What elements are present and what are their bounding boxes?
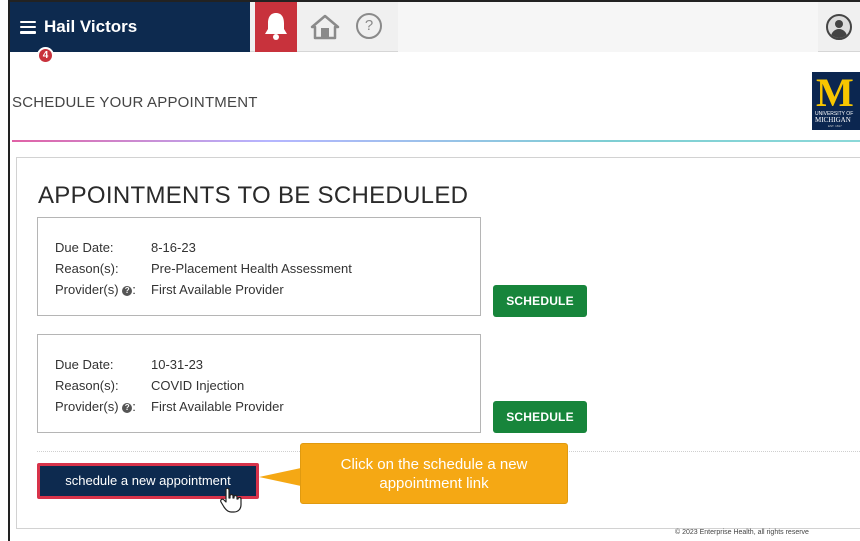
reason-value: Pre-Placement Health Assessment (151, 261, 352, 276)
reason-row: Reason(s): Pre-Placement Health Assessmen… (55, 261, 352, 276)
due-date-value: 8-16-23 (151, 240, 196, 255)
logo-line-2: MICHIGAN (815, 116, 851, 124)
bell-icon (265, 13, 287, 40)
due-date-row: Due Date: 10-31-23 (55, 357, 203, 372)
appointment-card: Due Date: 8-16-23 Reason(s): Pre-Placement… (37, 217, 481, 316)
app-title: Hail Victors (44, 17, 138, 36)
schedule-button[interactable]: SCHEDULE (493, 401, 587, 433)
university-logo: M UNIVERSITY OF MICHIGAN EST. 1817 (812, 72, 860, 130)
reason-value: COVID Injection (151, 378, 245, 393)
logo-line-3: EST. 1817 (828, 124, 842, 128)
provider-row: Provider(s) ?: First Available Provider (55, 282, 284, 297)
home-icon[interactable] (310, 14, 340, 40)
reason-row: Reason(s): COVID Injection (55, 378, 244, 393)
provider-row: Provider(s) ?: First Available Provider (55, 399, 284, 414)
reason-label: Reason(s): (55, 378, 119, 393)
callout-line-2: appointment link (379, 475, 489, 492)
due-date-label: Due Date: (55, 357, 114, 372)
due-date-row: Due Date: 8-16-23 (55, 240, 196, 255)
callout-pointer (259, 468, 301, 486)
top-bar-spacer (398, 2, 818, 52)
provider-label-suffix: : (132, 282, 136, 297)
provider-value: First Available Provider (151, 282, 284, 297)
copyright-footer: © 2023 Enterprise Health, all rights res… (675, 529, 809, 536)
app-window: Hail Victors 4 ? SCHEDULE YOUR APPOINTME… (8, 0, 860, 541)
help-icon[interactable]: ? (356, 13, 382, 39)
provider-label: Provider(s) (55, 399, 119, 414)
question-circle-icon[interactable]: ? (122, 286, 133, 296)
section-title: APPOINTMENTS TO BE SCHEDULED (38, 182, 469, 209)
provider-value: First Available Provider (151, 399, 284, 414)
top-navigation-bar: Hail Victors 4 ? (10, 2, 860, 64)
due-date-value: 10-31-23 (151, 357, 204, 372)
hamburger-icon[interactable] (20, 20, 36, 34)
brand-menu[interactable]: Hail Victors (10, 2, 250, 52)
callout-line-1: Click on the schedule a new (340, 456, 528, 473)
page-title: SCHEDULE YOUR APPOINTMENT (12, 94, 258, 111)
hand-pointer-icon (220, 487, 242, 513)
schedule-button[interactable]: SCHEDULE (493, 285, 587, 317)
provider-label: Provider(s) (55, 282, 119, 297)
notification-count-badge: 4 (37, 47, 54, 64)
notifications-button[interactable] (255, 2, 297, 52)
provider-label-suffix: : (132, 399, 136, 414)
instruction-callout: Click on the schedule a new appointment … (300, 443, 568, 504)
reason-label: Reason(s): (55, 261, 119, 276)
appointment-card: Due Date: 10-31-23 Reason(s): COVID Inject… (37, 334, 481, 433)
logo-letter: M (816, 72, 854, 115)
user-icon[interactable] (826, 14, 852, 40)
header-divider (12, 140, 860, 142)
due-date-label: Due Date: (55, 240, 114, 255)
question-circle-icon[interactable]: ? (122, 403, 133, 413)
